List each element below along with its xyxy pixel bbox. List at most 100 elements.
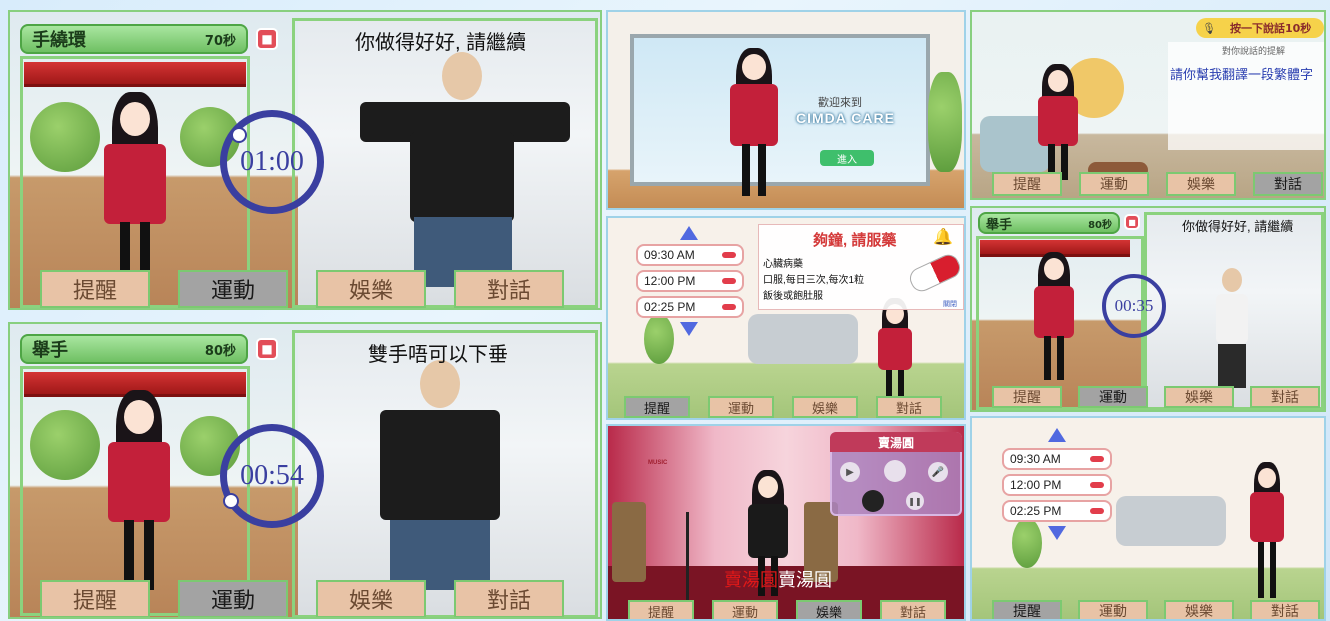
alarm-item[interactable]: 02:25 PM	[636, 296, 744, 318]
medication-name: 心臟病藥	[763, 259, 803, 270]
microphone-stand	[686, 512, 689, 602]
timer-value: 01:00	[240, 146, 304, 177]
menu-entertain[interactable]: 娛樂	[796, 600, 862, 619]
timer-progress-dot	[223, 493, 239, 509]
speak-button[interactable]: 🎙 按一下說話10秒	[1196, 18, 1324, 38]
alarm-toggle[interactable]	[1090, 482, 1104, 488]
alarm-item[interactable]: 09:30 AM	[1002, 448, 1112, 470]
medication-timing: 飯後或飽肚服	[763, 291, 823, 302]
alarm-time: 12:00 PM	[644, 274, 696, 288]
menu-entertain[interactable]: 娛樂	[316, 580, 426, 617]
menu-chat[interactable]: 對話	[880, 600, 946, 619]
user-person	[360, 360, 560, 610]
menu-entertain[interactable]: 娛樂	[1166, 172, 1236, 196]
recognized-speech: 請你幫我翻譯一段繁體字	[1170, 67, 1314, 82]
pause-icon[interactable]: ❚❚	[906, 492, 924, 510]
stop-icon: ■	[1128, 217, 1136, 227]
menu-exercise[interactable]: 運動	[1078, 386, 1148, 408]
feedback-message: 你做得好好, 請繼續	[1182, 219, 1294, 234]
countdown-timer: 00:54	[220, 424, 324, 528]
sofa	[1116, 496, 1226, 546]
lyric-sung: 賣湯圓	[724, 570, 778, 590]
avatar-character	[94, 390, 184, 590]
medication-dosage: 口服,每日三次,每次1粒	[763, 275, 865, 286]
menu-remind[interactable]: 提醒	[992, 386, 1062, 408]
alarm-toggle[interactable]	[1090, 508, 1104, 514]
alarm-item[interactable]: 02:25 PM	[1002, 500, 1112, 522]
alarm-toggle[interactable]	[722, 252, 736, 258]
timer-progress-dot	[231, 127, 247, 143]
feedback-message: 你做得好好, 請繼續	[355, 32, 527, 54]
avatar-character	[90, 92, 180, 292]
menu-remind[interactable]: 提醒	[992, 600, 1062, 619]
menu-exercise[interactable]: 運動	[178, 580, 288, 617]
alarm-toggle[interactable]	[722, 278, 736, 284]
menu-entertain[interactable]: 娛樂	[1164, 600, 1234, 619]
menu-exercise[interactable]: 運動	[708, 396, 774, 418]
menu-remind[interactable]: 提醒	[40, 270, 150, 308]
menu-entertain[interactable]: 娛樂	[316, 270, 426, 308]
menu-chat[interactable]: 對話	[454, 270, 564, 308]
menu-chat[interactable]: 對話	[454, 580, 564, 617]
chat-panel: 🎙 按一下說話10秒 對你說話的提解 請你幫我翻譯一段繁體字 提醒 運動 娛樂 …	[970, 10, 1326, 200]
alarm-time: 09:30 AM	[1010, 452, 1061, 466]
play-icon[interactable]: ▶	[840, 462, 860, 482]
scroll-down-icon[interactable]	[1048, 526, 1066, 540]
avatar-character	[1028, 60, 1088, 180]
song-title: 賣湯圓	[830, 432, 962, 452]
avatar-character	[1024, 252, 1084, 382]
welcome-panel: 歡迎來到 CIMDA CARE 進入	[606, 10, 966, 210]
stop-button[interactable]: ■	[256, 28, 278, 50]
exercise-duration: 80秒	[204, 343, 236, 359]
user-person	[1202, 268, 1262, 388]
scroll-up-icon[interactable]	[680, 226, 698, 240]
menu-remind[interactable]: 提醒	[628, 600, 694, 619]
close-link[interactable]: 關閉	[943, 299, 957, 309]
speech-panel	[1168, 42, 1324, 150]
timer-value: 00:35	[1114, 296, 1154, 315]
microphone-icon[interactable]: 🎤	[928, 462, 948, 482]
exercise-duration: 70秒	[204, 33, 236, 49]
menu-remind[interactable]: 提醒	[992, 172, 1062, 196]
menu-remind[interactable]: 提醒	[624, 396, 690, 418]
menu-entertain[interactable]: 娛樂	[1164, 386, 1234, 408]
plant	[928, 72, 962, 172]
alarm-item[interactable]: 12:00 PM	[1002, 474, 1112, 496]
exercise-name: 手繞環	[32, 30, 86, 50]
scroll-down-icon[interactable]	[680, 322, 698, 336]
alarm-list: 09:30 AM 12:00 PM 02:25 PM	[636, 226, 744, 336]
menu-chat[interactable]: 對話	[876, 396, 942, 418]
user-person	[350, 52, 580, 302]
menu-exercise[interactable]: 運動	[712, 600, 778, 619]
menu-chat[interactable]: 對話	[1253, 172, 1323, 196]
feedback-message: 雙手唔可以下垂	[368, 344, 508, 366]
menu-exercise[interactable]: 運動	[1078, 600, 1148, 619]
alarm-item[interactable]: 09:30 AM	[636, 244, 744, 266]
avatar-character	[870, 298, 920, 408]
menu-exercise[interactable]: 運動	[178, 270, 288, 308]
bell-icon: 🔔	[933, 227, 953, 246]
bottom-menu: 提醒 運動 娛樂 對話	[992, 600, 1320, 619]
alarm-item[interactable]: 12:00 PM	[636, 270, 744, 292]
bottom-menu: 提醒 運動 娛樂 對話	[40, 270, 564, 308]
sofa	[748, 314, 858, 364]
enter-button[interactable]: 進入	[820, 150, 874, 166]
medication-panel: 09:30 AM 12:00 PM 02:25 PM 夠鐘, 請服藥 🔔 心臟病…	[606, 216, 966, 420]
stop-button[interactable]: ■	[1124, 214, 1140, 230]
menu-chat[interactable]: 對話	[1250, 600, 1320, 619]
app-collage: { "panels": { "p1": { "exercise": "手繞環",…	[0, 0, 1330, 621]
stop-icon[interactable]	[862, 490, 884, 512]
menu-exercise[interactable]: 運動	[1079, 172, 1149, 196]
menu-chat[interactable]: 對話	[1250, 386, 1320, 408]
dance-icon[interactable]	[884, 460, 906, 482]
bottom-menu: 提醒 運動 娛樂 對話	[992, 386, 1320, 408]
welcome-text: 歡迎來到	[818, 97, 862, 109]
menu-remind[interactable]: 提醒	[40, 580, 150, 617]
alarm-toggle[interactable]	[1090, 456, 1104, 462]
lyrics-line: 賣湯圓賣湯圓	[724, 566, 832, 592]
scroll-up-icon[interactable]	[1048, 428, 1066, 442]
alarm-toggle[interactable]	[722, 304, 736, 310]
stop-button[interactable]: ■	[256, 338, 278, 360]
alarm-time: 02:25 PM	[1010, 504, 1062, 518]
menu-entertain[interactable]: 娛樂	[792, 396, 858, 418]
